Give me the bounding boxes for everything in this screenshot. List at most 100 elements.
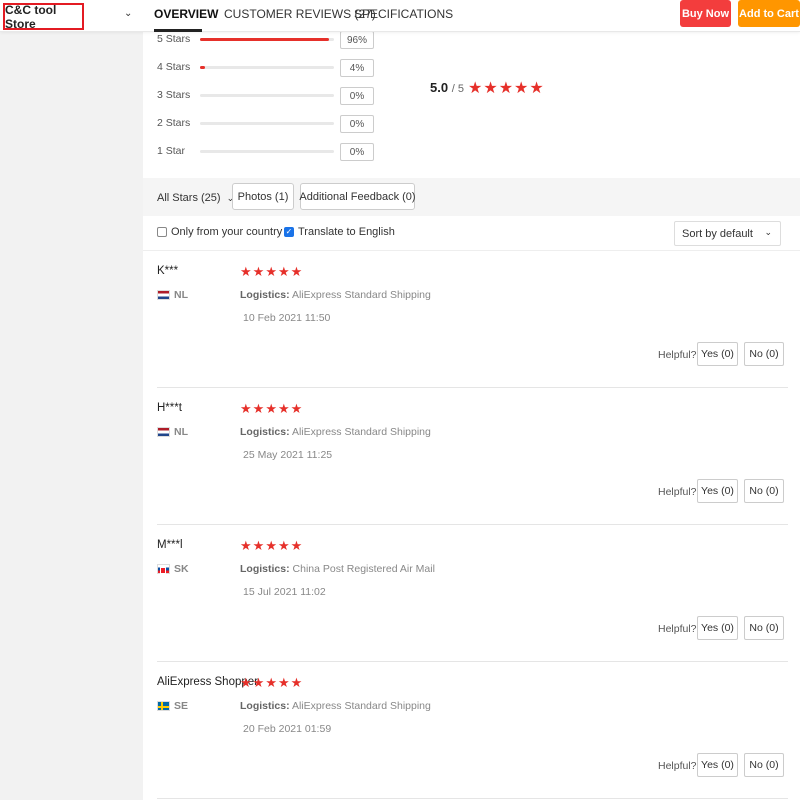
logistics-value: AliExpress Standard Shipping <box>291 426 431 438</box>
review-logistics: Logistics: AliExpress Standard Shipping <box>240 289 431 301</box>
star-icon: ★ <box>265 401 277 416</box>
translate-checkbox-row[interactable]: ✓ Translate to English <box>284 226 395 238</box>
histogram-bar-fill <box>200 38 329 41</box>
histogram-label: 2 Stars <box>157 117 191 129</box>
star-icon: ★ <box>290 538 303 553</box>
review-item: M***l ★ ★ ★ ★ ★ SK Logistics: China Post Regist… <box>157 525 788 662</box>
logistics-value: AliExpress Standard Shipping <box>291 700 431 712</box>
sort-select[interactable]: Sort by default ⌄ <box>674 221 781 246</box>
review-stars: ★ ★ ★ ★ ★ <box>240 401 302 417</box>
review-logistics: Logistics: China Post Registered Air Mai… <box>240 563 435 575</box>
histogram-percent: 96% <box>340 31 374 49</box>
active-tab-indicator <box>154 29 202 32</box>
country-code: NL <box>174 426 188 438</box>
chevron-down-icon: ⌄ <box>764 227 772 237</box>
logistics-label: Logistics: <box>240 563 290 575</box>
histogram-bar-track <box>200 150 334 153</box>
star-icon: ★ <box>240 264 252 279</box>
reviewer-name: K*** <box>157 265 179 277</box>
histogram-percent: 0% <box>340 143 374 161</box>
star-icon: ★ <box>252 264 265 279</box>
star-icon: ★ <box>483 80 498 97</box>
review-item: K*** ★ ★ ★ ★ ★ NL Logistics: AliExpress Standar… <box>157 251 788 388</box>
helpful-no-button[interactable]: No (0) <box>744 479 784 503</box>
tab-overview[interactable]: OVERVIEW <box>154 7 218 21</box>
translate-label: Translate to English <box>298 226 395 238</box>
country-code: SE <box>174 700 189 712</box>
review-logistics: Logistics: AliExpress Standard Shipping <box>240 700 431 712</box>
histogram-percent: 0% <box>340 87 374 105</box>
score-out-of: / 5 <box>451 83 464 95</box>
helpful-label: Helpful? <box>658 760 697 772</box>
review-date: 25 May 2021 11:25 <box>243 449 333 461</box>
star-icon: ★ <box>240 538 252 553</box>
star-icon: ★ <box>468 80 483 97</box>
average-score: 5.0 / 5 <box>430 80 464 95</box>
helpful-no-button[interactable]: No (0) <box>744 616 784 640</box>
only-country-checkbox-row[interactable]: Only from your country <box>157 226 282 238</box>
review-item: H***t ★ ★ ★ ★ ★ NL Logistics: AliExpress Standa… <box>157 388 788 525</box>
helpful-yes-button[interactable]: Yes (0) <box>697 753 738 777</box>
star-icon: ★ <box>514 80 529 97</box>
store-name: C&C tool Store <box>5 2 57 31</box>
star-icon: ★ <box>265 538 277 553</box>
review-date: 15 Jul 2021 11:02 <box>243 586 326 598</box>
buy-now-button[interactable]: Buy Now <box>680 0 731 27</box>
translate-checkbox[interactable]: ✓ <box>284 227 294 237</box>
histogram-bar-track <box>200 122 334 125</box>
logistics-label: Logistics: <box>240 426 290 438</box>
histogram-bar-track <box>200 94 334 97</box>
country-flag-icon <box>157 290 170 300</box>
store-name-selector[interactable]: C&C tool Store <box>3 2 84 31</box>
country-flag-icon <box>157 564 170 574</box>
logistics-value: China Post Registered Air Mail <box>292 563 435 575</box>
histogram-bar-fill <box>200 66 206 69</box>
logistics-value: AliExpress Standard Shipping <box>291 289 431 301</box>
review-stars: ★ ★ ★ ★ ★ <box>240 264 302 280</box>
histogram-percent: 4% <box>340 59 374 77</box>
star-icon: ★ <box>265 675 277 690</box>
review-date: 10 Feb 2021 11:50 <box>243 312 331 324</box>
sort-value: Sort by default <box>682 227 753 240</box>
star-icon: ★ <box>265 264 277 279</box>
star-icon: ★ <box>277 538 290 553</box>
review-item: AliExpress Shopper ★ ★ ★ ★ ★ SE Logistics: AliE… <box>157 662 788 799</box>
histogram-bar-track <box>200 38 334 41</box>
helpful-no-button[interactable]: No (0) <box>744 753 784 777</box>
star-icon: ★ <box>240 675 252 690</box>
helpful-label: Helpful? <box>658 623 697 635</box>
reviewer-name: M***l <box>157 539 183 551</box>
helpful-no-button[interactable]: No (0) <box>744 342 784 366</box>
histogram-label: 1 Star <box>157 145 186 157</box>
reviewer-country: NL <box>157 289 188 301</box>
histogram-label: 5 Stars <box>157 33 191 45</box>
tab-specifications[interactable]: SPECIFICATIONS <box>354 7 453 21</box>
star-icon: ★ <box>529 80 544 97</box>
helpful-yes-button[interactable]: Yes (0) <box>697 616 738 640</box>
all-stars-dropdown[interactable]: All Stars (25) ⌄ <box>157 192 234 204</box>
only-country-label: Only from your country <box>171 226 283 238</box>
country-flag-icon <box>157 427 170 437</box>
score-stars: ★ ★ ★ ★ ★ <box>468 78 544 98</box>
helpful-yes-button[interactable]: Yes (0) <box>697 342 738 366</box>
chevron-down-icon[interactable]: ⌄ <box>124 8 132 19</box>
logistics-label: Logistics: <box>240 700 290 712</box>
add-to-cart-button[interactable]: Add to Cart <box>738 0 800 27</box>
helpful-label: Helpful? <box>658 486 697 498</box>
reviewer-country: SK <box>157 563 189 575</box>
reviewer-name: H***t <box>157 402 182 414</box>
photos-filter-button[interactable]: Photos (1) <box>232 183 294 210</box>
star-icon: ★ <box>277 264 290 279</box>
country-flag-icon <box>157 701 170 711</box>
star-icon: ★ <box>252 538 265 553</box>
star-icon: ★ <box>252 675 265 690</box>
review-stars: ★ ★ ★ ★ ★ <box>240 675 302 691</box>
reviewer-country: SE <box>157 700 188 712</box>
histogram-label: 3 Stars <box>157 89 191 101</box>
star-icon: ★ <box>290 264 303 279</box>
helpful-yes-button[interactable]: Yes (0) <box>697 479 738 503</box>
additional-feedback-button[interactable]: Additional Feedback (0) <box>299 183 416 210</box>
country-code: SK <box>174 563 189 575</box>
country-code: NL <box>174 289 188 301</box>
only-country-checkbox[interactable] <box>157 227 167 237</box>
